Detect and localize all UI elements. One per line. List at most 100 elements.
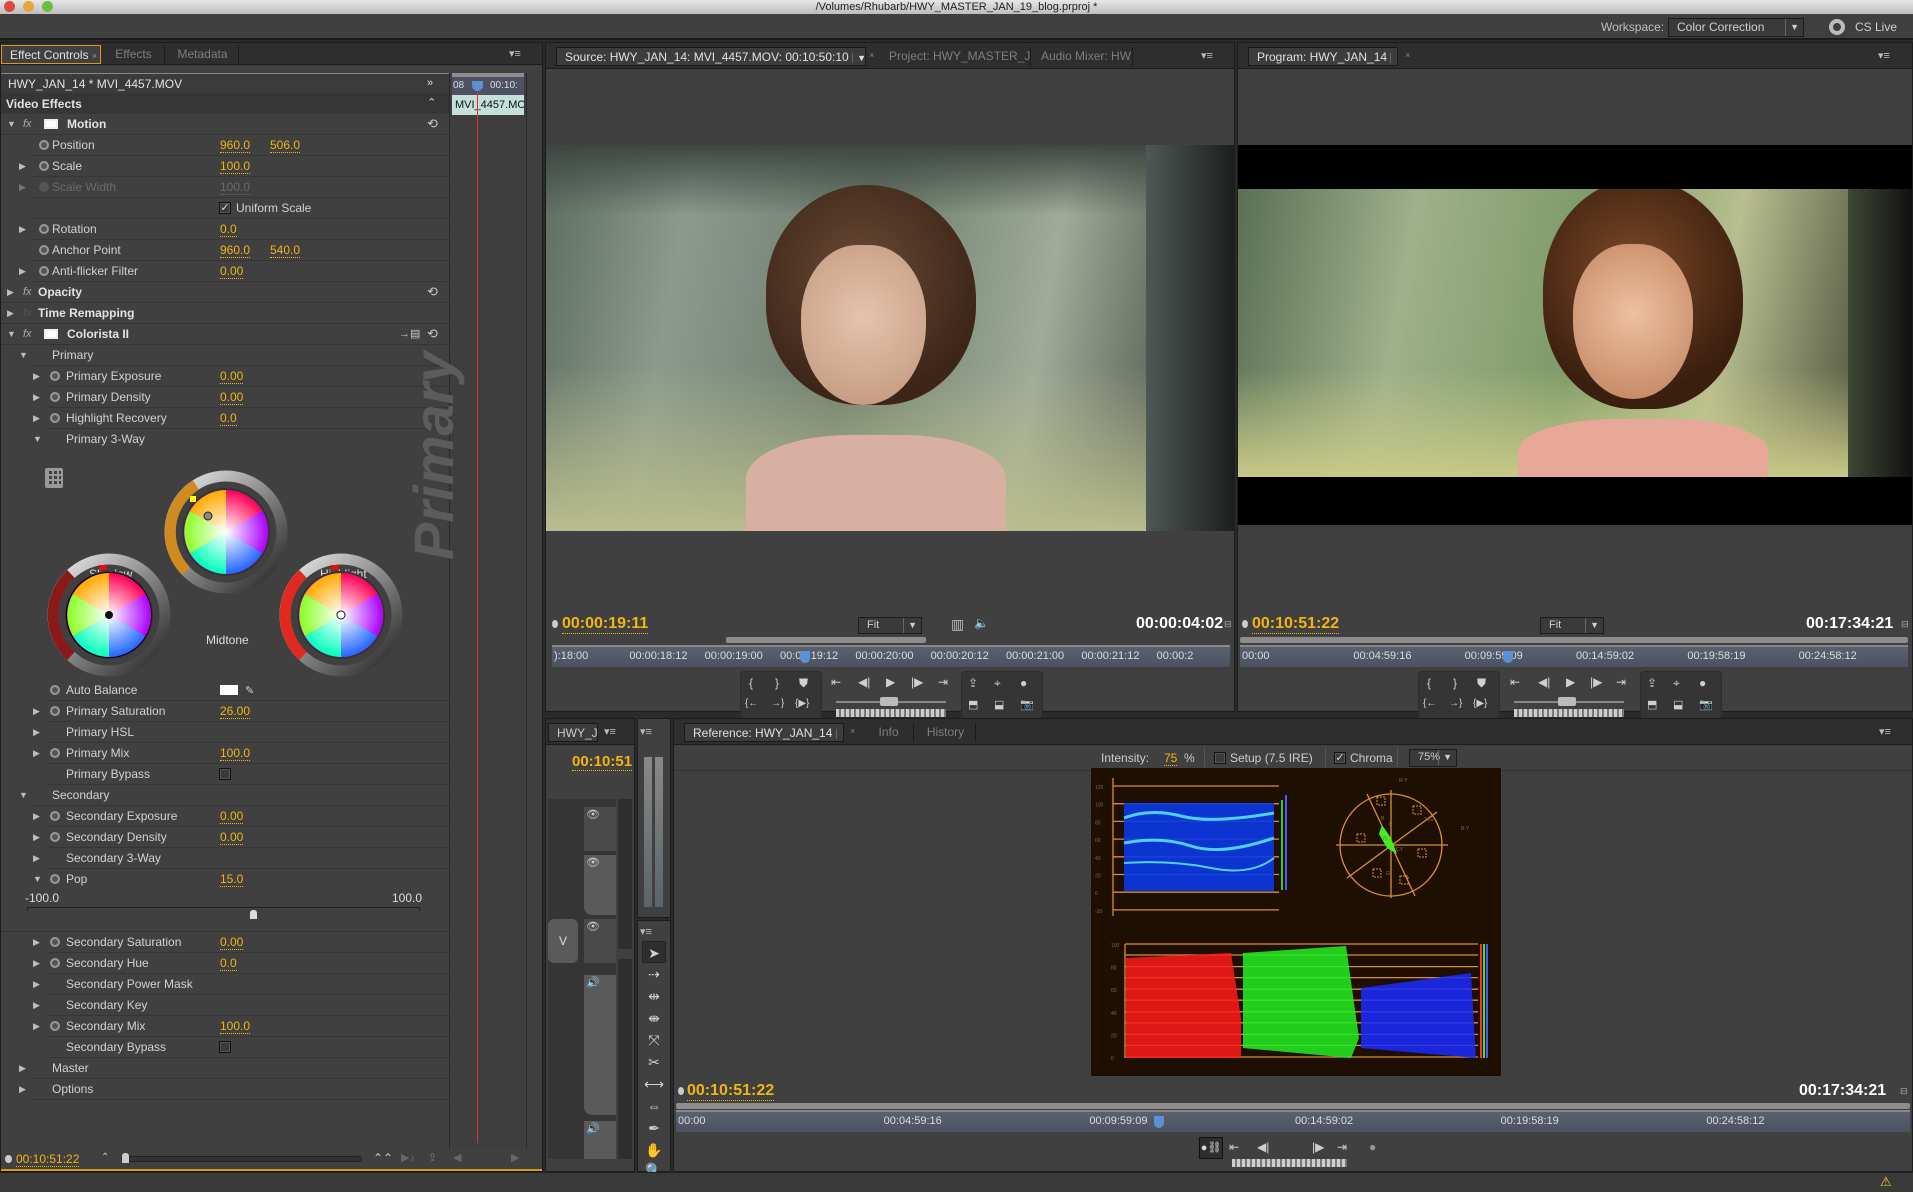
slip-tool-icon[interactable]: ⟷: [642, 1073, 666, 1095]
group-master[interactable]: ▶ Master: [19, 1058, 449, 1079]
close-icon[interactable]: ×: [850, 726, 855, 736]
expand-triangle-icon[interactable]: ▶: [19, 261, 26, 281]
expand-triangle-icon[interactable]: ▶: [33, 408, 40, 428]
mark-in-icon[interactable]: {: [749, 676, 753, 690]
step-back-icon[interactable]: ◀|: [858, 675, 870, 689]
play-icon[interactable]: ▶: [1566, 675, 1575, 689]
safe-margins-icon[interactable]: ⌖: [1673, 676, 1680, 691]
close-icon[interactable]: ×: [1405, 50, 1410, 60]
stopwatch-icon[interactable]: [50, 748, 60, 758]
ripple-edit-tool-icon[interactable]: ⇹: [642, 985, 666, 1007]
program-video-frame[interactable]: [1238, 145, 1912, 525]
tab-info[interactable]: Info: [864, 723, 914, 742]
tab-effect-controls[interactable]: Effect Controls ×: [1, 45, 101, 64]
secondary-hue-value[interactable]: 0.0: [220, 957, 237, 971]
step-forward-icon[interactable]: |▶: [1312, 1140, 1324, 1154]
zoom-out-icon[interactable]: ⌃: [101, 1152, 109, 1163]
warning-icon[interactable]: ⚠: [1880, 1174, 1892, 1190]
primary-bypass-checkbox[interactable]: [219, 768, 231, 780]
razor-tool-icon[interactable]: ✂: [642, 1051, 666, 1073]
play-in-to-out-icon[interactable]: {▶}: [795, 698, 809, 709]
safe-margins-icon[interactable]: ⌖: [994, 676, 1001, 691]
group-primary[interactable]: ▼ Primary: [19, 345, 449, 366]
add-marker-icon[interactable]: ⛊: [1477, 676, 1486, 691]
eye-icon[interactable]: 👁: [586, 857, 600, 869]
gang-to-program-button[interactable]: ●⛓: [1199, 1137, 1223, 1159]
scope-zoom-dropdown[interactable]: 75% ▼: [1409, 749, 1457, 767]
export-frame-icon[interactable]: ⇪: [1647, 676, 1657, 690]
source-video-frame[interactable]: [546, 145, 1234, 531]
antiflicker-value[interactable]: 0.00: [220, 265, 244, 279]
highlight-color-wheel[interactable]: [279, 553, 403, 677]
anchor-x-value[interactable]: 960.0: [220, 244, 251, 258]
source-fit-dropdown[interactable]: Fit ▼: [858, 617, 922, 634]
uniform-scale-checkbox[interactable]: ✓: [219, 202, 231, 214]
expand-triangle-icon[interactable]: ▶: [33, 953, 40, 973]
loop-icon[interactable]: ⇪: [428, 1151, 437, 1164]
expand-triangle-icon[interactable]: ▼: [33, 869, 42, 889]
pen-tool-icon[interactable]: ✒: [642, 1117, 666, 1139]
tab-reference[interactable]: Reference: HWY_JAN_14 ▼: [684, 723, 844, 742]
ec-scroll-right-icon[interactable]: ▶: [511, 1151, 519, 1164]
hand-tool-icon[interactable]: ✋: [642, 1139, 666, 1161]
effect-row-colorista[interactable]: ▼ fx Colorista II →▤ ⟲: [1, 324, 449, 345]
secondary-density-value[interactable]: 0.00: [220, 831, 244, 845]
secondary-mix-value[interactable]: 100.0: [220, 1020, 251, 1034]
reset-icon[interactable]: ⟲: [427, 114, 438, 134]
transform-icon[interactable]: [44, 119, 58, 129]
go-to-next-edit-icon[interactable]: ⇥: [1337, 1140, 1347, 1154]
stopwatch-icon[interactable]: [50, 706, 60, 716]
midtone-color-wheel[interactable]: [164, 470, 288, 594]
selection-tool-icon[interactable]: ➤: [642, 941, 666, 963]
close-icon[interactable]: ×: [869, 50, 874, 60]
go-to-out-icon[interactable]: →}: [1449, 698, 1462, 709]
program-fit-dropdown[interactable]: Fit ▼: [1540, 617, 1604, 634]
speaker-icon[interactable]: 🔈: [974, 616, 989, 630]
primary-exposure-value[interactable]: 0.00: [220, 370, 244, 384]
close-window-button[interactable]: [4, 1, 15, 12]
expand-icon[interactable]: ⊟: [1901, 619, 1909, 630]
tab-history[interactable]: History: [916, 723, 976, 742]
go-to-next-edit-icon[interactable]: ⇥: [1616, 675, 1626, 689]
rotation-value[interactable]: 0.0: [220, 223, 237, 237]
ec-ruler[interactable]: 08 00:10:: [452, 73, 524, 95]
shadow-balance-point[interactable]: [105, 611, 113, 619]
panel-menu-icon[interactable]: ▾≡: [604, 725, 616, 738]
fx-icon[interactable]: fx: [23, 282, 32, 302]
stopwatch-icon[interactable]: [50, 937, 60, 947]
workspace-dropdown[interactable]: Color Correction ▼: [1668, 18, 1804, 37]
effect-row-motion[interactable]: ▼ fx Motion ⟲: [1, 114, 449, 135]
expand-triangle-icon[interactable]: ▶: [33, 366, 40, 386]
chevron-down-icon[interactable]: ▼: [852, 53, 865, 63]
plugin-settings-icon[interactable]: →▤: [399, 324, 420, 344]
pop-value[interactable]: 15.0: [220, 873, 244, 887]
stopwatch-icon[interactable]: [50, 685, 60, 695]
tab-project[interactable]: Project: HWY_MASTER_JAN_19_blog: [881, 47, 1031, 66]
step-back-icon[interactable]: ◀|: [1257, 1140, 1269, 1154]
go-to-in-icon[interactable]: {←: [745, 698, 758, 709]
effect-row-opacity[interactable]: ▶ fx Opacity ⟲: [1, 282, 449, 303]
cs-live-button[interactable]: CS Live: [1855, 20, 1897, 34]
expand-triangle-icon[interactable]: ▶: [19, 1058, 26, 1078]
camera-icon[interactable]: 📷: [1699, 698, 1713, 711]
source-time-ruler[interactable]: ):18:0000:00:18:1200:00:19:0000:00:19:12…: [552, 645, 1230, 667]
expand-triangle-icon[interactable]: ▶: [7, 282, 14, 302]
zoom-in-icon[interactable]: ⌃⌃: [373, 1151, 393, 1165]
secondary-bypass-checkbox[interactable]: [219, 1041, 231, 1053]
tab-metadata[interactable]: Metadata: [167, 45, 239, 64]
expand-triangle-icon[interactable]: ▶: [33, 848, 40, 868]
expand-triangle-icon[interactable]: ▶: [33, 701, 40, 721]
tab-audio-mixer[interactable]: Audio Mixer: HW: [1033, 47, 1133, 66]
position-x-value[interactable]: 960.0: [220, 139, 251, 153]
anchor-y-value[interactable]: 540.0: [270, 244, 301, 258]
film-strip-icon[interactable]: ▥: [951, 616, 964, 633]
program-time-ruler[interactable]: 00:00 00:04:59:16 00:09:59:09 00:14:59:02 00…: [1240, 645, 1908, 667]
tab-timeline[interactable]: HWY_JA: [548, 723, 598, 742]
stopwatch-icon[interactable]: [39, 224, 49, 234]
panel-menu-icon[interactable]: ▾≡: [509, 47, 521, 60]
source-current-timecode[interactable]: 00:00:19:11: [562, 615, 649, 634]
expand-triangle-icon[interactable]: ▼: [7, 114, 16, 134]
expand-triangle-icon[interactable]: ▶: [19, 177, 26, 197]
panel-menu-icon[interactable]: ▾≡: [640, 725, 652, 738]
audio-scrollbar[interactable]: [618, 959, 632, 1159]
